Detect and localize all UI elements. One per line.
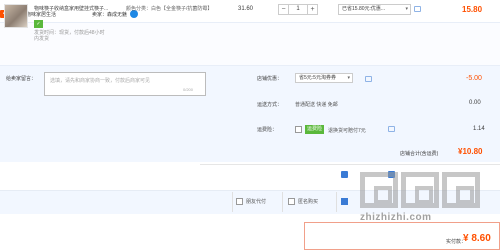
chat-bubble-icon[interactable]: [388, 126, 395, 132]
payment-total: ¥ 8.60: [463, 233, 491, 244]
item-promo-value: 已省15.80元:优惠...: [342, 6, 386, 12]
message-label: 给卖家留言：: [6, 76, 37, 82]
extra-option[interactable]: [341, 198, 348, 205]
qty-plus-button[interactable]: +: [307, 5, 317, 14]
divider: [232, 192, 233, 212]
item-promo-select[interactable]: 已省15.80元:优惠... ▾: [338, 4, 411, 15]
shop-subtotal-label: 店铺合计(含运费): [400, 151, 439, 157]
qty-minus-button[interactable]: −: [279, 5, 289, 14]
shop-promo-select[interactable]: 省5元:5元淘券券 ▾: [295, 73, 353, 83]
shop-discount: -5.00: [466, 75, 482, 82]
anonymous-label: 匿名购买: [298, 199, 319, 205]
friend-pay-checkbox[interactable]: [236, 198, 243, 205]
item-total: 15.80: [462, 5, 483, 14]
watermark-glyph: [442, 172, 480, 208]
watermark-logo: [360, 172, 480, 208]
divider: [200, 164, 500, 165]
insurance-fee: 1.14: [473, 126, 485, 132]
message-char-count: 0/200: [183, 87, 194, 92]
chat-bubble-icon[interactable]: [365, 76, 372, 82]
unit-price: 31.60: [238, 6, 254, 12]
shop-promo-value: 省5元:5元淘券券: [299, 75, 336, 81]
item-row: [0, 22, 500, 66]
shipping-fee: 0.00: [469, 100, 481, 106]
insurance-checkbox[interactable]: [295, 126, 302, 133]
watermark-glyph: [360, 172, 398, 208]
shipping-time-line2: 内发货: [34, 36, 50, 42]
insurance-label: 运费险：: [257, 127, 278, 133]
chevron-down-icon: ▾: [347, 75, 350, 81]
quantity-input[interactable]: 1: [289, 5, 307, 14]
insurance-text: 退换货可赔付7元: [328, 128, 366, 134]
watermark-text: zhizhizhi.com: [360, 212, 432, 223]
shipping-label: 运送方式：: [257, 102, 283, 108]
chat-bubble-icon[interactable]: [414, 6, 421, 12]
anonymous-checkbox[interactable]: [288, 198, 295, 205]
quantity-stepper: − 1 +: [278, 4, 318, 15]
shop-subtotal: ¥10.80: [458, 147, 483, 156]
watermark-glyph: [401, 172, 439, 208]
friend-pay-label: 朋友代付: [246, 199, 267, 205]
checkbox-checked[interactable]: [341, 171, 348, 178]
product-thumbnail[interactable]: [4, 4, 28, 28]
guarantee-badge: ✓: [34, 20, 43, 28]
anonymous-option[interactable]: 匿名购买: [288, 198, 318, 205]
insurance-badge: 运费险: [305, 125, 325, 134]
message-placeholder: 选填，请先和商家协商一致，付款后商家可见: [50, 78, 151, 84]
shipping-method: 普通配送 快递 免邮: [295, 102, 338, 108]
friend-pay-option[interactable]: 朋友代付: [236, 198, 266, 205]
divider: [282, 192, 283, 212]
extra-option-checkbox[interactable]: [341, 198, 348, 205]
shop-promo-label: 店铺优惠：: [257, 76, 283, 82]
product-variant: 颜色分类：白色【全金筷子/抗菌防霉】: [126, 6, 213, 12]
shipping-time: 发货时间：现货，付款后48小时 内发货: [34, 30, 124, 42]
chevron-down-icon: ▾: [405, 6, 408, 12]
product-title[interactable]: 物味筷子收纳盒家用壁挂式筷子...: [34, 6, 124, 13]
divider: [336, 192, 337, 212]
message-input[interactable]: [44, 72, 206, 96]
